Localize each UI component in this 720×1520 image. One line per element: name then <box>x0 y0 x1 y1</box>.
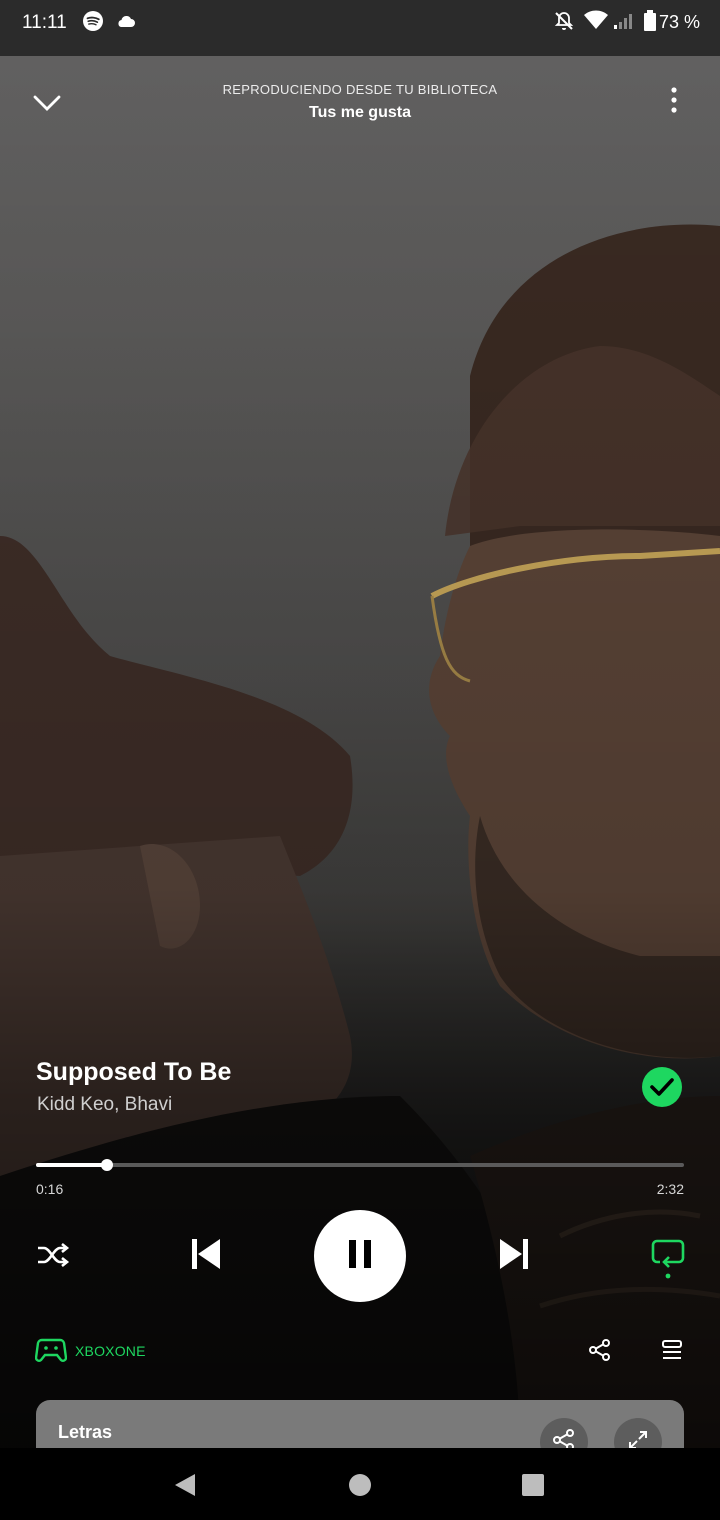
status-bar: 11:11 73 % <box>0 0 720 56</box>
more-options-button[interactable] <box>656 84 692 120</box>
spotify-icon <box>82 10 104 38</box>
repeat-button[interactable] <box>646 1236 690 1284</box>
liked-button[interactable] <box>640 1066 684 1113</box>
home-icon[interactable] <box>343 1468 377 1502</box>
elapsed-time: 0:16 <box>36 1181 64 1197</box>
progress-bar[interactable] <box>36 1159 684 1171</box>
status-time: 11:11 <box>22 12 67 33</box>
track-artists[interactable]: Kidd Keo, Bhavi <box>37 1094 172 1116</box>
more-vertical-icon <box>670 86 678 119</box>
signal-icon <box>613 12 635 36</box>
queue-button[interactable] <box>658 1338 686 1366</box>
skip-back-icon <box>190 1237 222 1276</box>
back-icon[interactable] <box>168 1468 202 1502</box>
total-duration: 2:32 <box>656 1181 684 1197</box>
connect-device-button[interactable] <box>34 1336 68 1368</box>
check-circle-icon <box>641 1066 683 1113</box>
bell-off-icon <box>553 10 575 38</box>
connected-device-name[interactable]: XBOXONE <box>75 1343 146 1359</box>
queue-icon <box>660 1338 684 1367</box>
share-button[interactable] <box>586 1338 614 1366</box>
share-icon <box>588 1338 612 1367</box>
battery-icon <box>643 10 657 38</box>
track-title[interactable]: Supposed To Be <box>36 1058 231 1087</box>
progress-fill <box>36 1163 108 1167</box>
game-controller-icon <box>34 1337 68 1368</box>
system-nav-bar <box>0 1448 720 1520</box>
next-button[interactable] <box>492 1234 536 1278</box>
repeat-icon <box>650 1236 686 1285</box>
skip-forward-icon <box>498 1237 530 1276</box>
cloud-icon <box>116 12 136 36</box>
shuffle-icon <box>36 1242 70 1273</box>
battery-percent: 73 % <box>659 12 701 32</box>
recents-icon[interactable] <box>516 1468 550 1502</box>
previous-button[interactable] <box>184 1234 228 1278</box>
playing-context-label: REPRODUCIENDO DESDE TU BIBLIOTECA <box>222 82 498 97</box>
shuffle-button[interactable] <box>32 1236 74 1278</box>
wifi-icon <box>583 9 609 37</box>
lyrics-title: Letras <box>58 1422 113 1442</box>
playing-context-name[interactable]: Tus me gusta <box>0 104 720 122</box>
pause-icon <box>347 1239 373 1274</box>
pause-button[interactable] <box>314 1210 406 1302</box>
